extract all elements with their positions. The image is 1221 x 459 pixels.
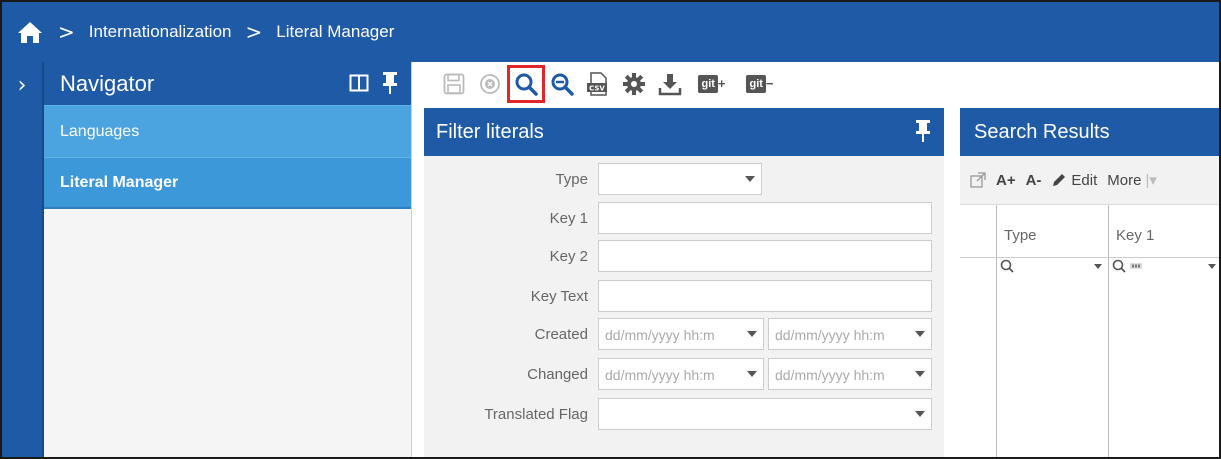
chevron-down-icon[interactable] <box>747 331 757 337</box>
key1-input[interactable] <box>598 202 932 234</box>
breadcrumb: > Internationalization > Literal Manager <box>2 2 1219 62</box>
results-toolbar: A+ A- Edit More |▾ <box>960 156 1219 204</box>
key1-label: Key 1 <box>549 210 588 227</box>
key-text-input[interactable] <box>598 280 932 312</box>
csv-export-icon[interactable]: CSV <box>586 71 610 96</box>
column-header-type[interactable]: Type <box>1004 227 1037 244</box>
pin-icon[interactable] <box>916 120 930 148</box>
home-icon[interactable] <box>16 18 44 46</box>
breadcrumb-item-literal-manager[interactable]: Literal Manager <box>276 22 394 42</box>
changed-label: Changed <box>527 366 588 383</box>
filter-header: Filter literals <box>424 108 944 156</box>
breadcrumb-separator: > <box>58 20 75 44</box>
changed-to-input[interactable]: dd/mm/yyyy hh:m <box>768 358 932 390</box>
created-to-input[interactable]: dd/mm/yyyy hh:m <box>768 318 932 350</box>
git-pull-icon[interactable]: git − <box>742 72 778 96</box>
form-row-translated-flag: Translated Flag <box>424 398 944 432</box>
navigator-header: Navigator <box>44 62 411 105</box>
more-button[interactable]: More |▾ <box>1107 171 1157 190</box>
changed-from-placeholder: dd/mm/yyyy hh:m <box>605 367 715 383</box>
results-grid: Type Key 1 <box>960 204 1219 457</box>
nav-item-literal-manager[interactable]: Literal Manager <box>44 157 411 209</box>
search-results-panel: Search Results A+ A- Edit More |▾ Type K… <box>960 108 1219 457</box>
edit-button[interactable]: Edit <box>1051 172 1097 189</box>
column-divider <box>1108 205 1109 457</box>
navigator-panel: Navigator Languages Literal Manager <box>44 62 412 457</box>
form-row-type: Type <box>424 163 944 197</box>
results-title: Search Results <box>974 120 1110 143</box>
key2-input[interactable] <box>598 240 932 272</box>
text-match-icon[interactable] <box>1130 259 1142 277</box>
created-label: Created <box>534 326 588 343</box>
git-push-icon[interactable]: git + <box>694 72 730 96</box>
results-header: Search Results <box>960 108 1219 156</box>
form-row-key-text: Key Text <box>424 280 944 314</box>
font-decrease-button[interactable]: A- <box>1026 172 1042 189</box>
type-select[interactable] <box>598 163 762 195</box>
save-icon[interactable] <box>442 72 466 96</box>
open-external-icon[interactable] <box>970 172 986 188</box>
search-icon <box>1112 259 1126 278</box>
split-view-icon[interactable] <box>349 73 369 99</box>
chevron-down-icon <box>745 176 755 182</box>
left-rail: › <box>2 62 44 457</box>
more-label: More <box>1107 171 1142 189</box>
svg-text:CSV: CSV <box>589 84 605 92</box>
cancel-icon[interactable] <box>478 72 502 96</box>
key1-column-filter[interactable] <box>1112 255 1219 281</box>
gear-icon[interactable] <box>622 72 646 96</box>
navigator-title: Navigator <box>60 70 155 96</box>
form-row-created: Created dd/mm/yyyy hh:m dd/mm/yyyy hh:m <box>424 318 944 352</box>
zoom-out-icon[interactable] <box>550 72 574 96</box>
search-icon[interactable] <box>507 64 545 103</box>
changed-from-input[interactable]: dd/mm/yyyy hh:m <box>598 358 764 390</box>
download-icon[interactable] <box>658 72 682 96</box>
filter-panel: Filter literals Type Key 1 Key 2 Key Tex… <box>424 108 944 457</box>
chevron-down-icon[interactable] <box>915 331 925 337</box>
translated-flag-select[interactable] <box>598 398 932 430</box>
column-divider <box>996 205 997 457</box>
key-text-label: Key Text <box>530 288 588 305</box>
search-icon <box>1000 259 1014 278</box>
nav-item-label: Literal Manager <box>60 173 179 191</box>
app-window: > Internationalization > Literal Manager… <box>0 0 1221 459</box>
font-increase-button[interactable]: A+ <box>996 172 1016 189</box>
created-from-input[interactable]: dd/mm/yyyy hh:m <box>598 318 764 350</box>
breadcrumb-separator: > <box>245 20 263 44</box>
breadcrumb-item-internationalization[interactable]: Internationalization <box>89 22 232 42</box>
translated-flag-label: Translated Flag <box>484 406 588 423</box>
filter-title: Filter literals <box>436 120 544 143</box>
created-to-placeholder: dd/mm/yyyy hh:m <box>775 327 885 343</box>
type-label: Type <box>555 171 588 188</box>
chevron-down-icon <box>915 411 925 417</box>
key2-label: Key 2 <box>549 248 588 265</box>
form-row-changed: Changed dd/mm/yyyy hh:m dd/mm/yyyy hh:m <box>424 358 944 392</box>
chevron-down-icon[interactable] <box>1208 264 1216 269</box>
column-header-key1[interactable]: Key 1 <box>1116 227 1154 244</box>
pin-icon[interactable] <box>383 72 397 100</box>
changed-to-placeholder: dd/mm/yyyy hh:m <box>775 367 885 383</box>
created-from-placeholder: dd/mm/yyyy hh:m <box>605 327 715 343</box>
git-push-label: git <box>698 74 718 93</box>
toolbar: CSV git + git − <box>412 62 1219 105</box>
edit-label: Edit <box>1071 171 1098 189</box>
form-row-key1: Key 1 <box>424 202 944 236</box>
chevron-down-icon: |▾ <box>1145 172 1157 189</box>
chevron-down-icon[interactable] <box>747 371 757 377</box>
chevron-down-icon[interactable] <box>1094 264 1102 269</box>
chevron-down-icon[interactable] <box>915 371 925 377</box>
nav-item-languages[interactable]: Languages <box>44 105 411 157</box>
git-pull-label: git <box>746 74 766 93</box>
form-row-key2: Key 2 <box>424 240 944 274</box>
type-column-filter[interactable] <box>1000 255 1104 281</box>
nav-item-label: Languages <box>60 122 140 140</box>
expand-chevron-icon[interactable]: › <box>2 70 42 100</box>
